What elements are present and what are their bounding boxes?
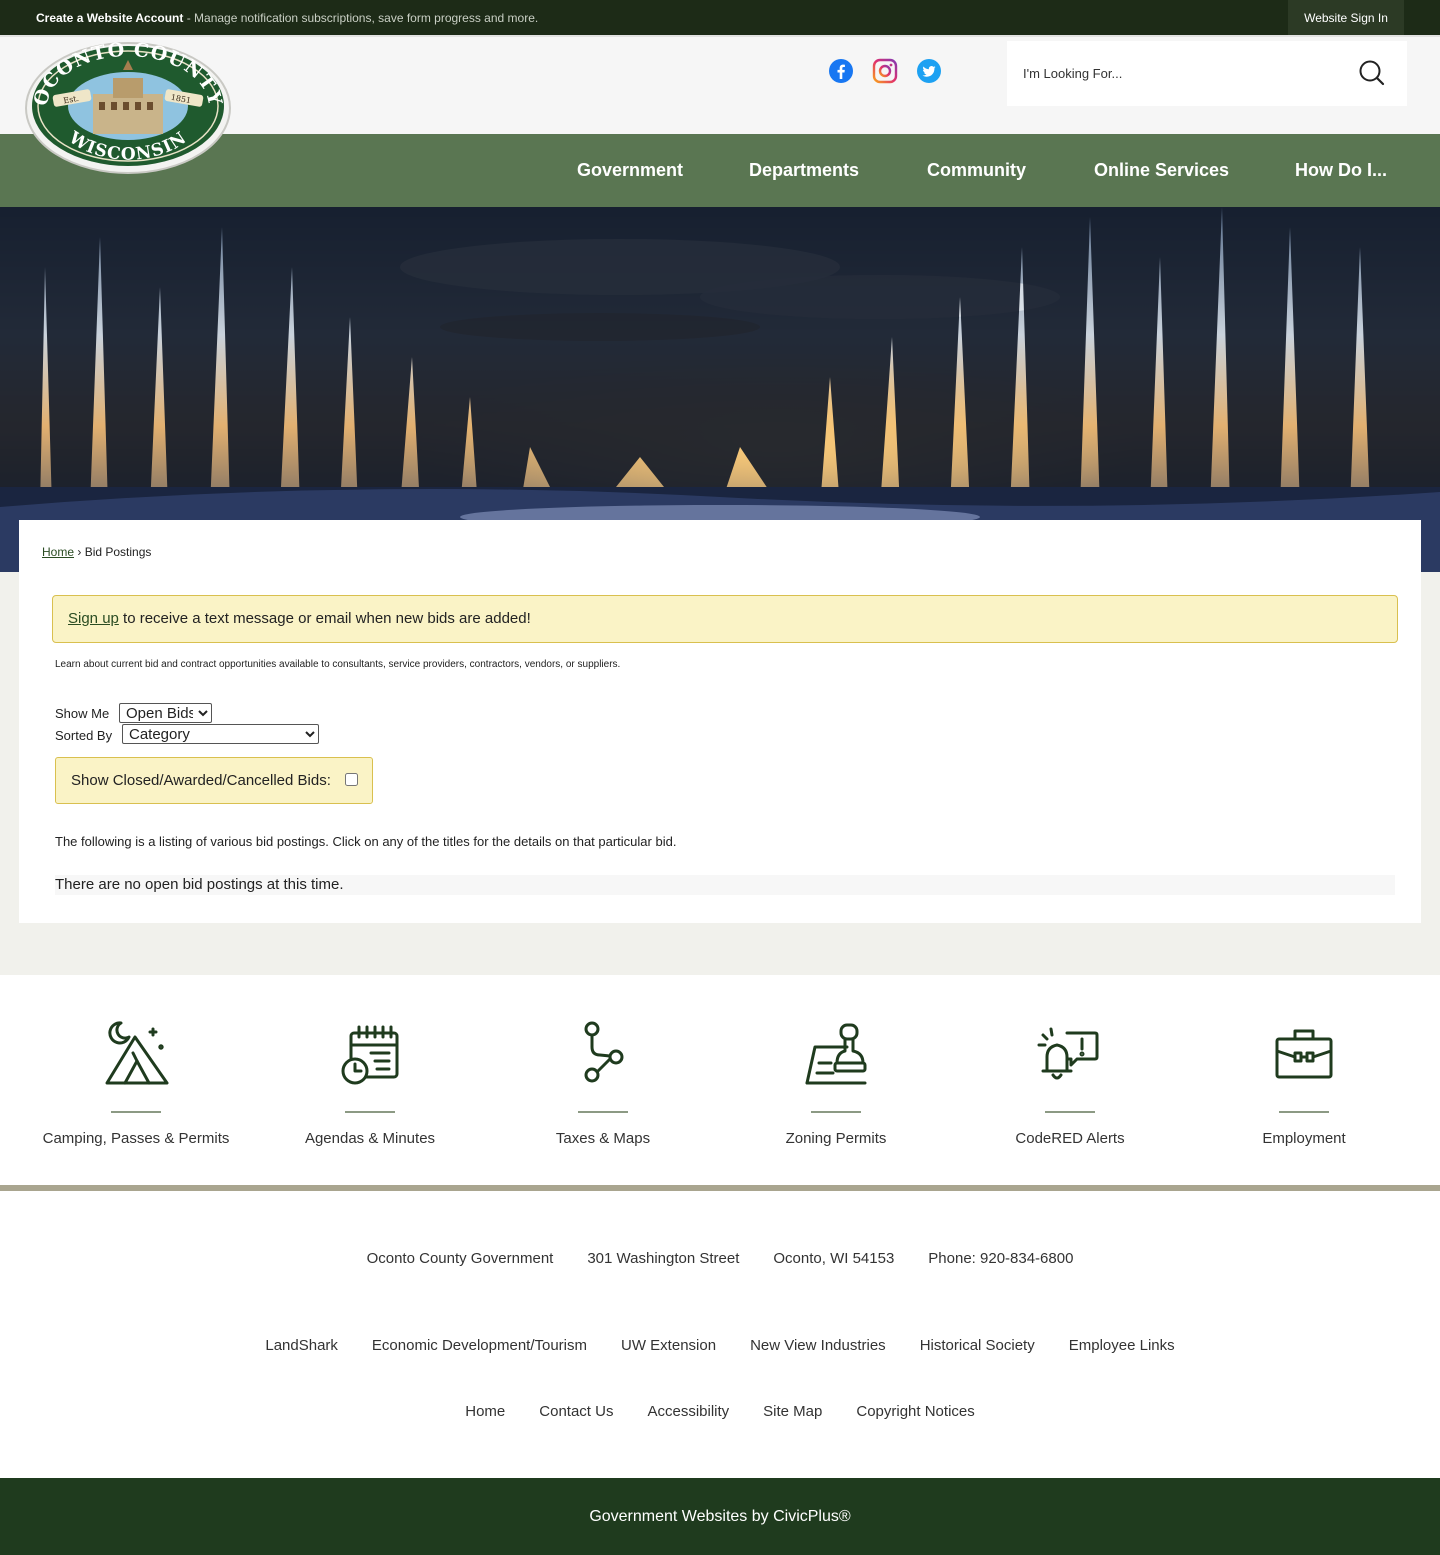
civicplus-credit-link[interactable]: Government Websites by CivicPlus® [589, 1508, 850, 1525]
footer-site-links: Home Contact Us Accessibility Site Map C… [0, 1403, 1440, 1420]
account-message: Create a Website Account - Manage notifi… [36, 11, 538, 25]
search-icon[interactable] [1357, 58, 1387, 88]
footer-org-name: Oconto County Government [366, 1250, 554, 1267]
quick-link-label: Taxes & Maps [555, 1130, 651, 1147]
oconto-county-logo[interactable]: Est. 1851 OCONTO COUNTY WISCONSIN [25, 39, 231, 174]
quick-link-codered[interactable]: CodeRED Alerts [953, 1017, 1187, 1157]
footer-link-historical-society[interactable]: Historical Society [920, 1337, 1035, 1354]
breadcrumb-home-link[interactable]: Home [42, 545, 74, 559]
alert-bell-icon [1037, 1027, 1099, 1080]
create-account-link[interactable]: Create a Website Account [36, 11, 183, 25]
sorted-by-label: Sorted By [55, 728, 113, 743]
facebook-icon[interactable] [828, 58, 854, 84]
website-sign-in-button[interactable]: Website Sign In [1288, 0, 1404, 35]
footer-partner-links: LandShark Economic Development/Tourism U… [0, 1337, 1440, 1354]
footer-credit-bar: Government Websites by CivicPlus® [0, 1478, 1440, 1555]
quick-link-camping[interactable]: Camping, Passes & Permits [19, 1017, 253, 1157]
footer-link-accessibility[interactable]: Accessibility [647, 1403, 729, 1420]
create-account-description: - Manage notification subscriptions, sav… [183, 11, 539, 25]
quick-links-section: Camping, Passes & Permits Agendas & Minu… [0, 975, 1440, 1185]
stamp-icon [805, 1023, 867, 1085]
breadcrumb: Home › Bid Postings [42, 545, 151, 559]
calendar-icon [341, 1025, 399, 1085]
tent-icon [105, 1021, 169, 1085]
signup-notice: Sign up to receive a text message or ema… [52, 595, 1398, 643]
quick-link-divider [1279, 1111, 1329, 1113]
content-card: Home › Bid Postings Sign up to receive a… [19, 520, 1421, 923]
quick-link-divider [811, 1111, 861, 1113]
footer-link-site-map[interactable]: Site Map [763, 1403, 822, 1420]
footer-contact-info: Oconto County Government 301 Washington … [0, 1250, 1440, 1267]
show-closed-bids-checkbox[interactable] [345, 773, 358, 786]
listing-description: The following is a listing of various bi… [55, 834, 677, 849]
quick-link-agendas[interactable]: Agendas & Minutes [253, 1017, 487, 1157]
nav-departments[interactable]: Departments [749, 160, 859, 181]
no-bids-message: There are no open bid postings at this t… [55, 875, 1395, 895]
sorted-by-select[interactable]: Category [122, 724, 319, 744]
show-closed-bids-box: Show Closed/Awarded/Cancelled Bids: [55, 757, 373, 804]
quick-link-divider [111, 1111, 161, 1113]
breadcrumb-current: Bid Postings [84, 545, 152, 559]
footer-link-employee-links[interactable]: Employee Links [1069, 1337, 1175, 1354]
quick-link-divider [578, 1111, 628, 1113]
footer-link-economic-development[interactable]: Economic Development/Tourism [372, 1337, 587, 1354]
show-me-label: Show Me [55, 706, 110, 721]
footer-street: 301 Washington Street [587, 1250, 740, 1267]
footer-link-new-view-industries[interactable]: New View Industries [750, 1337, 886, 1354]
briefcase-icon [1275, 1029, 1333, 1079]
footer-phone: Phone: 920-834-6800 [928, 1250, 1074, 1267]
search-input[interactable] [1023, 61, 1343, 85]
search-box [1007, 41, 1407, 106]
footer-city: Oconto, WI 54153 [773, 1250, 895, 1267]
signup-notice-text: to receive a text message or email when … [118, 610, 531, 627]
instagram-icon[interactable] [872, 58, 898, 84]
hero-winter-forest-image [0, 207, 1440, 572]
breadcrumb-separator: › [74, 545, 85, 559]
site-footer: Oconto County Government 301 Washington … [0, 1191, 1440, 1478]
nav-community[interactable]: Community [927, 160, 1026, 181]
show-me-select[interactable]: Open Bids [119, 703, 212, 723]
intro-text: Learn about current bid and contract opp… [55, 659, 621, 670]
show-closed-bids-label: Show Closed/Awarded/Cancelled Bids: [71, 772, 331, 789]
footer-link-home[interactable]: Home [465, 1403, 505, 1420]
nav-government[interactable]: Government [577, 160, 683, 181]
sign-up-link[interactable]: Sign up [68, 610, 119, 627]
quick-link-label: Zoning Permits [785, 1130, 887, 1147]
footer-link-uw-extension[interactable]: UW Extension [621, 1337, 716, 1354]
footer-link-landshark[interactable]: LandShark [265, 1337, 338, 1354]
twitter-icon[interactable] [916, 58, 942, 84]
nav-online-services[interactable]: Online Services [1094, 160, 1229, 181]
nav-how-do-i[interactable]: How Do I... [1295, 160, 1387, 181]
footer-link-copyright[interactable]: Copyright Notices [856, 1403, 974, 1420]
footer-link-contact-us[interactable]: Contact Us [539, 1403, 613, 1420]
quick-link-label: Camping, Passes & Permits [42, 1130, 230, 1147]
quick-link-zoning[interactable]: Zoning Permits [719, 1017, 953, 1157]
quick-link-taxes-maps[interactable]: Taxes & Maps [486, 1017, 720, 1157]
quick-link-employment[interactable]: Employment [1187, 1017, 1421, 1157]
quick-link-label: Agendas & Minutes [304, 1130, 436, 1147]
quick-link-label: Employment [1262, 1130, 1346, 1147]
quick-link-divider [345, 1111, 395, 1113]
map-route-icon [584, 1021, 624, 1083]
quick-link-label: CodeRED Alerts [1015, 1130, 1125, 1147]
quick-link-divider [1045, 1111, 1095, 1113]
top-bar: Create a Website Account - Manage notifi… [0, 0, 1440, 35]
